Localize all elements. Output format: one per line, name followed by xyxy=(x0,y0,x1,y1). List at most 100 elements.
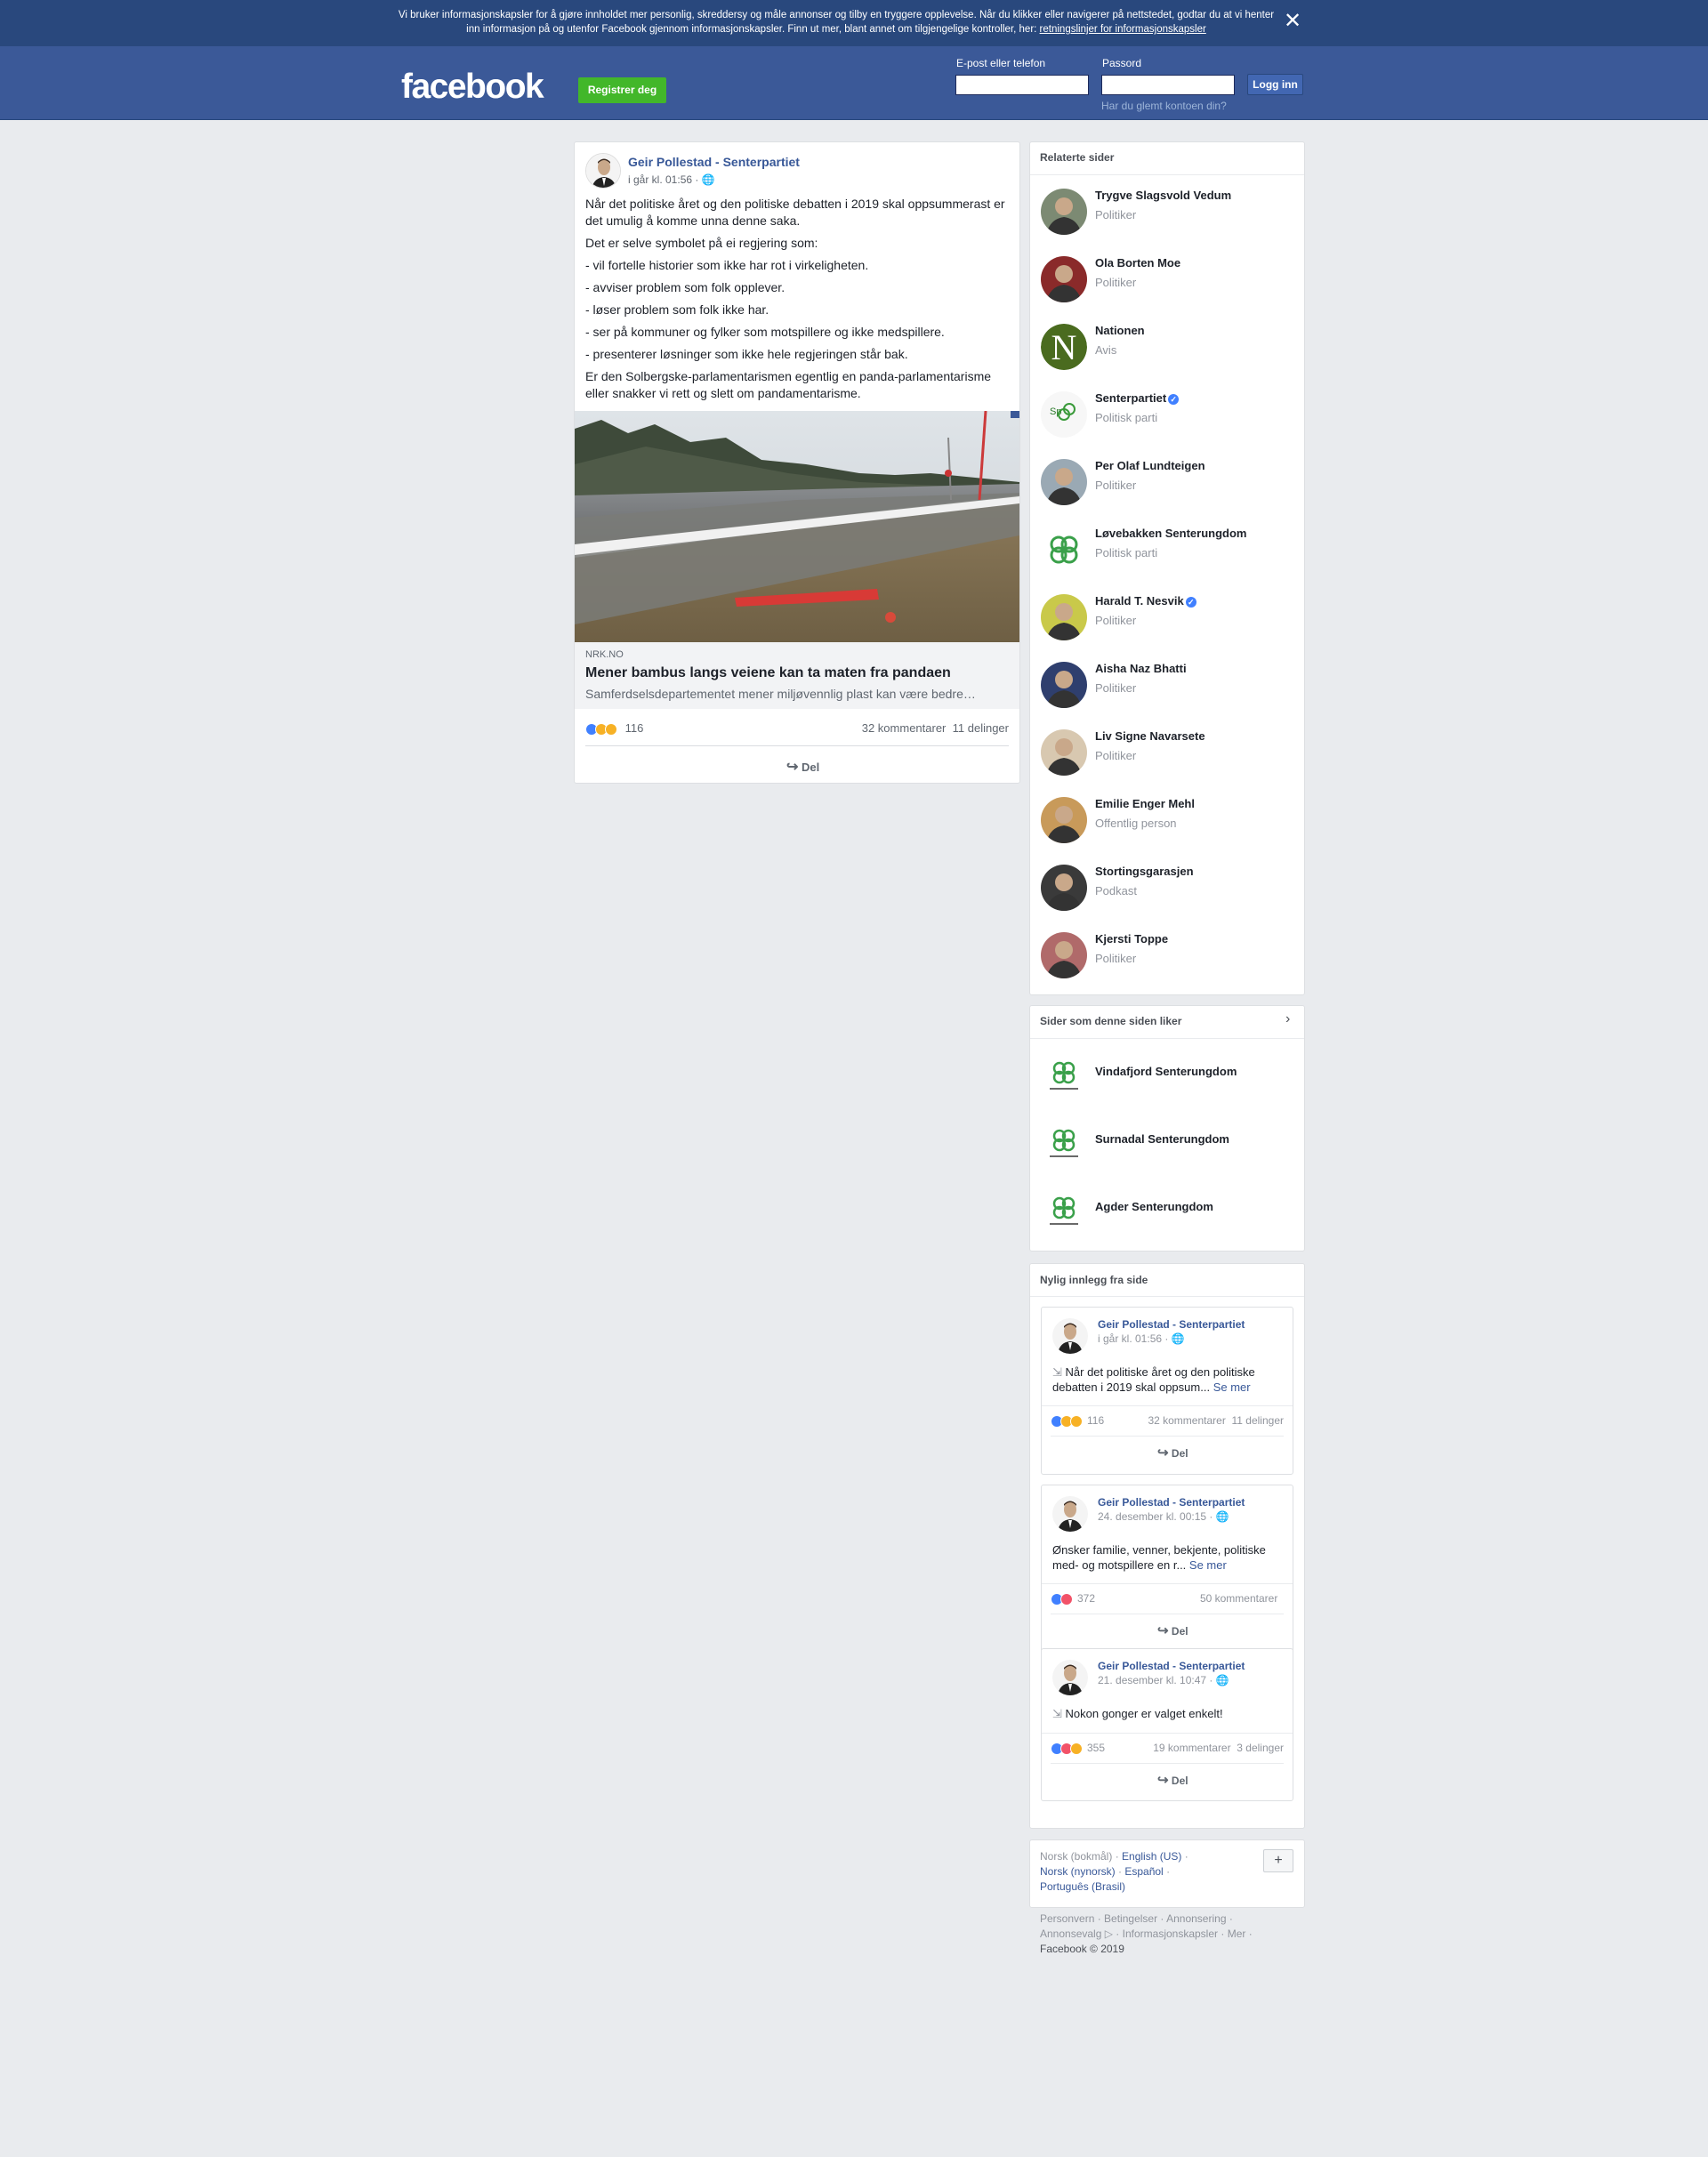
page-avatar[interactable] xyxy=(1041,865,1087,911)
page-avatar[interactable] xyxy=(1041,932,1087,978)
liked-page-item[interactable]: Surnadal Senterungdom xyxy=(1030,1120,1304,1187)
author-avatar[interactable] xyxy=(1052,1496,1088,1532)
footer-link[interactable]: Mer xyxy=(1228,1928,1246,1940)
page-name[interactable]: Agder Senterungdom xyxy=(1095,1200,1213,1213)
post-time[interactable]: 21. desember kl. 10:47 · 🌐 xyxy=(1098,1674,1229,1686)
related-page-item[interactable]: Harald T. Nesvik ✓ Politiker xyxy=(1030,594,1304,662)
related-page-item[interactable]: Ola Borten Moe Politiker xyxy=(1030,256,1304,324)
language-link[interactable]: Português (Brasil) xyxy=(1040,1880,1125,1893)
add-language-button[interactable]: + xyxy=(1263,1849,1293,1872)
password-field[interactable] xyxy=(1101,75,1235,95)
comments-link[interactable]: 32 kommentarer xyxy=(1148,1414,1225,1427)
post-author[interactable]: Geir Pollestad - Senterpartiet xyxy=(1098,1318,1245,1331)
cookie-policy-link[interactable]: retningslinjer for informasjonskapsler xyxy=(1040,24,1206,35)
related-page-item[interactable]: Løvebakken Senterungdom Politisk parti xyxy=(1030,527,1304,594)
reactions-count[interactable]: 355 xyxy=(1051,1742,1105,1755)
liked-page-item[interactable]: Agder Senterungdom xyxy=(1030,1187,1304,1255)
footer-link[interactable]: Betingelser xyxy=(1104,1912,1157,1925)
post-author[interactable]: Geir Pollestad - Senterpartiet xyxy=(1098,1496,1245,1509)
reactions-count[interactable]: 116 xyxy=(1051,1414,1104,1428)
page-avatar[interactable] xyxy=(1041,189,1087,235)
shares-link[interactable]: 3 delinger xyxy=(1237,1742,1284,1754)
share-button[interactable]: ↪ Del xyxy=(1157,1622,1188,1638)
share-button[interactable]: ↪ Del xyxy=(1157,1772,1188,1788)
reactions-count[interactable]: 116 xyxy=(585,721,643,736)
login-button[interactable]: Logg inn xyxy=(1247,74,1303,95)
recent-post[interactable]: Geir Pollestad - Senterpartiet 21. desemb… xyxy=(1041,1648,1293,1801)
close-icon[interactable]: ✕ xyxy=(1284,11,1301,32)
footer-link[interactable]: Informasjonskapsler xyxy=(1123,1928,1218,1940)
page-name[interactable]: Surnadal Senterungdom xyxy=(1095,1132,1229,1146)
post-time[interactable]: 24. desember kl. 00:15 · 🌐 xyxy=(1098,1510,1229,1523)
recent-post[interactable]: Geir Pollestad - Senterpartiet 24. desemb… xyxy=(1041,1485,1293,1653)
page-avatar[interactable] xyxy=(1041,1120,1087,1166)
related-page-item[interactable]: Kjersti Toppe Politiker xyxy=(1030,932,1304,1000)
language-link[interactable]: Español xyxy=(1124,1865,1163,1878)
footer-link[interactable]: Annonsering xyxy=(1166,1912,1226,1925)
post-time[interactable]: i går kl. 01:56 · 🌐 xyxy=(1098,1332,1185,1345)
page-avatar[interactable] xyxy=(1041,594,1087,640)
page-avatar[interactable] xyxy=(1041,729,1087,776)
page-avatar[interactable]: Sp xyxy=(1041,391,1087,438)
post-author[interactable]: Geir Pollestad - Senterpartiet xyxy=(628,155,800,169)
page-name[interactable]: Løvebakken Senterungdom xyxy=(1095,527,1246,540)
page-avatar[interactable] xyxy=(1041,797,1087,843)
page-name[interactable]: Emilie Enger Mehl xyxy=(1095,797,1195,810)
page-name[interactable]: Kjersti Toppe xyxy=(1095,932,1168,946)
footer-link[interactable]: Personvern xyxy=(1040,1912,1094,1925)
link-preview-image[interactable] xyxy=(575,411,1019,642)
page-name[interactable]: Senterpartiet ✓ xyxy=(1095,391,1180,405)
related-page-item[interactable]: N Nationen Avis xyxy=(1030,324,1304,391)
page-name[interactable]: Vindafjord Senterungdom xyxy=(1095,1065,1237,1078)
liked-page-item[interactable]: Vindafjord Senterungdom xyxy=(1030,1052,1304,1120)
author-avatar[interactable] xyxy=(1052,1318,1088,1354)
language-link[interactable]: English (US) xyxy=(1122,1850,1181,1863)
page-avatar[interactable] xyxy=(1041,256,1087,302)
related-page-item[interactable]: Trygve Slagsvold Vedum Politiker xyxy=(1030,189,1304,256)
language-link[interactable]: Norsk (nynorsk) xyxy=(1040,1865,1116,1878)
author-avatar[interactable] xyxy=(585,153,621,189)
related-page-item[interactable]: Emilie Enger Mehl Offentlig person xyxy=(1030,797,1304,865)
author-avatar[interactable] xyxy=(1052,1660,1088,1695)
page-avatar[interactable]: N xyxy=(1041,324,1087,370)
link-title[interactable]: Mener bambus langs veiene kan ta maten f… xyxy=(585,665,951,681)
comments-link[interactable]: 19 kommentarer xyxy=(1153,1742,1230,1754)
chevron-right-icon[interactable]: › xyxy=(1285,1011,1290,1027)
page-avatar[interactable] xyxy=(1041,1052,1087,1099)
footer-link[interactable]: Annonsevalg xyxy=(1040,1928,1101,1940)
register-button[interactable]: Registrer deg xyxy=(578,77,666,103)
page-name[interactable]: Stortingsgarasjen xyxy=(1095,865,1194,878)
see-more-link[interactable]: Se mer xyxy=(1213,1380,1251,1394)
page-name[interactable]: Nationen xyxy=(1095,324,1145,337)
see-more-link[interactable]: Se mer xyxy=(1189,1558,1227,1572)
post-time[interactable]: i går kl. 01:56 · 🌐 xyxy=(628,173,715,186)
page-name[interactable]: Harald T. Nesvik ✓ xyxy=(1095,594,1196,608)
page-avatar[interactable] xyxy=(1041,459,1087,505)
comments-link[interactable]: 50 kommentarer xyxy=(1200,1592,1277,1605)
page-avatar[interactable] xyxy=(1041,1187,1087,1234)
related-page-item[interactable]: Stortingsgarasjen Podkast xyxy=(1030,865,1304,932)
email-field[interactable] xyxy=(955,75,1089,95)
page-name[interactable]: Per Olaf Lundteigen xyxy=(1095,459,1205,472)
related-page-item[interactable]: Liv Signe Navarsete Politiker xyxy=(1030,729,1304,797)
shares-link[interactable]: 11 delinger xyxy=(1232,1414,1285,1427)
page-avatar[interactable] xyxy=(1041,527,1087,573)
recent-post[interactable]: Geir Pollestad - Senterpartiet i går kl. … xyxy=(1041,1307,1293,1475)
comments-link[interactable]: 32 kommentarer xyxy=(862,721,947,735)
liked-pages-title[interactable]: Sider som denne siden liker xyxy=(1040,1015,1181,1027)
page-avatar[interactable] xyxy=(1041,662,1087,708)
related-page-item[interactable]: Sp Senterpartiet ✓ Politisk parti xyxy=(1030,391,1304,459)
share-button[interactable]: ↪ Del xyxy=(786,758,819,776)
related-page-item[interactable]: Per Olaf Lundteigen Politiker xyxy=(1030,459,1304,527)
post-author[interactable]: Geir Pollestad - Senterpartiet xyxy=(1098,1660,1245,1672)
page-name[interactable]: Liv Signe Navarsete xyxy=(1095,729,1205,743)
forgot-account-link[interactable]: Har du glemt kontoen din? xyxy=(1101,100,1227,112)
page-name[interactable]: Aisha Naz Bhatti xyxy=(1095,662,1187,675)
share-button[interactable]: ↪ Del xyxy=(1157,1445,1188,1461)
related-page-item[interactable]: Aisha Naz Bhatti Politiker xyxy=(1030,662,1304,729)
link-preview-caption[interactable]: NRK.NO Mener bambus langs veiene kan ta … xyxy=(575,642,1019,709)
facebook-logo[interactable]: facebook xyxy=(401,68,544,107)
page-name[interactable]: Trygve Slagsvold Vedum xyxy=(1095,189,1231,202)
page-name[interactable]: Ola Borten Moe xyxy=(1095,256,1180,270)
reactions-count[interactable]: 372 xyxy=(1051,1592,1095,1606)
